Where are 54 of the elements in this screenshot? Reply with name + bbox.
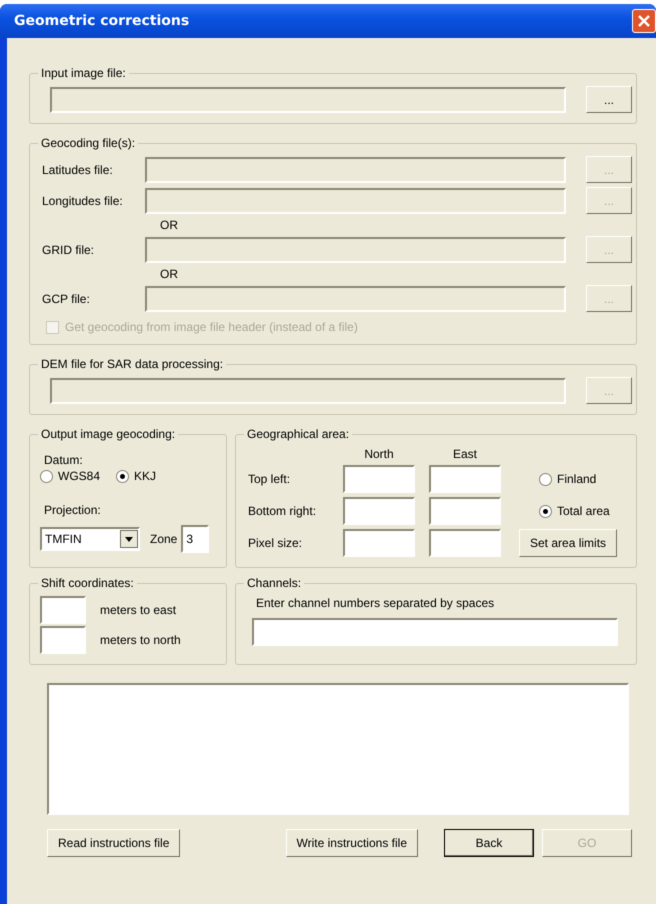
coordinate-field[interactable] [343, 465, 415, 493]
group-label: Geographical area: [246, 427, 350, 441]
coordinate-field[interactable] [343, 497, 415, 525]
row-label: Pixel size: [248, 536, 304, 550]
close-icon [637, 14, 651, 28]
radio-button[interactable] [539, 504, 552, 518]
group-label: Shift coordinates: [40, 576, 135, 590]
file-path-field[interactable] [50, 86, 566, 112]
field-label: GRID file: [42, 242, 96, 256]
browse-button[interactable]: ... [586, 86, 632, 113]
set-area-limits-button[interactable]: Set area limits [519, 529, 618, 557]
radio-label: KKJ [134, 469, 156, 483]
radio-button[interactable] [40, 470, 53, 482]
group-label: Output image geocoding: [40, 427, 176, 441]
coordinate-field[interactable] [343, 529, 415, 557]
zone-field[interactable]: 3 [181, 525, 210, 553]
coordinate-field[interactable] [429, 529, 501, 557]
caret-icon [125, 536, 133, 542]
or-label: OR [159, 267, 179, 281]
radio-label: Finland [557, 472, 596, 486]
checkbox-label: Get geocoding from image file header (instead of a file) [65, 320, 358, 334]
radio-label: Total area [557, 504, 610, 518]
channels-hint: Enter channel numbers separated by spaces [255, 596, 496, 610]
field-label: meters to east [100, 603, 176, 617]
group-label: DEM file for SAR data processing: [40, 357, 224, 371]
field-label: meters to north [100, 633, 181, 647]
action-button[interactable]: Back [444, 829, 534, 857]
window-title: Geometric corrections [14, 13, 190, 29]
row-label: Top left: [248, 472, 292, 486]
zone-label: Zone [150, 532, 178, 546]
close-button[interactable] [632, 9, 656, 33]
row-label: Bottom right: [248, 504, 318, 518]
group-label: Geocoding file(s): [40, 136, 136, 150]
action-button[interactable]: Read instructions file [47, 829, 180, 857]
coordinate-field[interactable] [429, 465, 501, 493]
field-label: Latitudes file: [42, 162, 114, 176]
action-button[interactable]: Write instructions file [286, 829, 418, 857]
column-header: North [363, 447, 395, 461]
coordinate-field[interactable] [429, 497, 501, 525]
column-header: East [452, 447, 478, 461]
channels-field[interactable] [252, 618, 618, 646]
projection-label: Projection: [43, 503, 102, 517]
group-label: Channels: [246, 576, 302, 590]
shift-field[interactable] [40, 626, 86, 654]
projection-dropdown[interactable]: TMFIN [40, 527, 140, 551]
shift-field[interactable] [40, 596, 86, 624]
field-label: Longitudes file: [42, 194, 124, 208]
radio-button[interactable] [539, 472, 552, 486]
or-label: OR [159, 218, 179, 232]
radio-button[interactable] [116, 470, 130, 482]
field-label: GCP file: [42, 292, 91, 306]
datum-label: Datum: [43, 453, 84, 467]
group-label: Input image file: [40, 66, 127, 80]
radio-label: WGS84 [58, 469, 100, 483]
